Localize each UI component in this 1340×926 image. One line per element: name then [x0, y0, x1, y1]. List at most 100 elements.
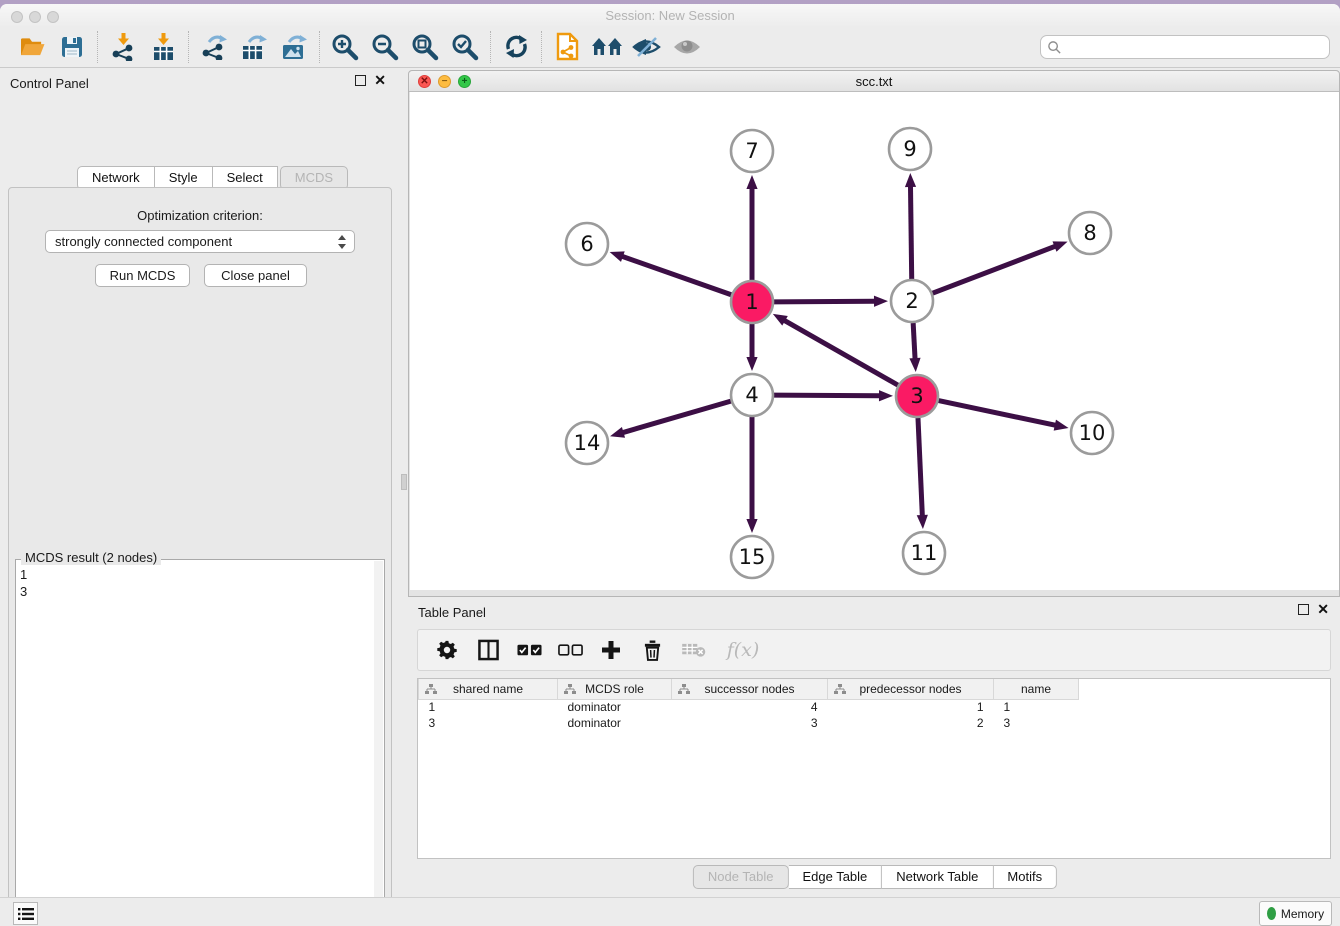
graph-arrowhead-4-3 [879, 390, 893, 401]
graph-edge-2-9[interactable] [910, 186, 911, 279]
graph-arrowhead-1-7 [746, 175, 757, 189]
graph-arrowhead-1-6 [610, 251, 625, 262]
application-window: Session: New Session [0, 4, 1340, 926]
save-session-icon[interactable] [52, 30, 92, 64]
first-neighbors-icon[interactable] [587, 30, 627, 64]
table-cell[interactable]: 3 [419, 715, 558, 731]
table-settings-icon[interactable] [434, 637, 460, 663]
open-session-icon[interactable] [12, 30, 52, 64]
graph-edge-1-2[interactable] [774, 301, 875, 302]
graph-node-label-8: 8 [1083, 221, 1096, 245]
apply-layout-icon[interactable] [496, 30, 536, 64]
network-window-titlebar[interactable]: ✕ − + scc.txt [409, 71, 1339, 92]
result-scrollbar[interactable] [374, 561, 383, 926]
show-details-icon[interactable] [667, 30, 707, 64]
graph-edge-1-6[interactable] [622, 256, 731, 294]
graph-arrowhead-1-2 [874, 296, 888, 307]
search-field[interactable] [1040, 35, 1330, 59]
control-panel-window-buttons: ✕ [355, 75, 386, 86]
run-mcds-button[interactable]: Run MCDS [95, 264, 190, 287]
session-title: Session: New Session [0, 8, 1340, 23]
memory-label: Memory [1281, 907, 1324, 921]
add-column-icon[interactable] [598, 637, 624, 663]
delete-table-icon[interactable] [680, 637, 706, 663]
import-network-icon[interactable] [103, 30, 143, 64]
close-panel-button[interactable]: Close panel [204, 264, 307, 287]
close-panel-icon[interactable]: ✕ [374, 75, 386, 86]
delete-column-icon[interactable] [639, 637, 665, 663]
float-panel-icon[interactable] [355, 75, 366, 86]
column-header-label: name [1021, 682, 1051, 696]
float-table-panel-icon[interactable] [1298, 604, 1309, 615]
task-history-button[interactable] [13, 902, 38, 925]
optimization-criterion-value: strongly connected component [55, 234, 232, 249]
tab-motifs[interactable]: Motifs [993, 865, 1057, 889]
vertical-splitter-grip[interactable] [401, 474, 407, 490]
table-row[interactable]: 3dominator323 [419, 715, 1079, 731]
column-header-name[interactable]: name [994, 679, 1079, 699]
tab-node-table[interactable]: Node Table [693, 865, 789, 889]
column-header-shared-name[interactable]: shared name [419, 679, 558, 699]
hide-details-icon[interactable] [627, 30, 667, 64]
export-table-icon[interactable] [234, 30, 274, 64]
graph-edge-3-1[interactable] [784, 320, 898, 385]
toolbar-separator [490, 31, 491, 63]
table-cell[interactable]: 3 [994, 715, 1079, 731]
graph-edge-4-3[interactable] [774, 395, 880, 396]
table-cell[interactable]: 1 [419, 699, 558, 715]
column-header-label: successor nodes [704, 682, 794, 696]
deselect-all-checkboxes-icon[interactable] [557, 637, 583, 663]
zoom-fit-icon[interactable] [405, 30, 445, 64]
graph-node-label-14: 14 [574, 431, 601, 455]
table-cell[interactable]: 1 [828, 699, 994, 715]
graph-arrowhead-3-11 [917, 515, 928, 529]
zoom-selected-icon[interactable] [445, 30, 485, 64]
graph-edge-4-14[interactable] [623, 401, 731, 433]
zoom-out-icon[interactable] [365, 30, 405, 64]
function-builder-icon[interactable]: f(x) [721, 637, 765, 663]
network-overview-icon[interactable] [547, 30, 587, 64]
control-panel-title: Control Panel [10, 76, 89, 91]
select-stepper-icon [337, 234, 347, 253]
graph-node-label-10: 10 [1079, 421, 1106, 445]
column-header-successor-nodes[interactable]: successor nodes [672, 679, 828, 699]
graph-node-label-15: 15 [739, 545, 766, 569]
table-cell[interactable]: 1 [994, 699, 1079, 715]
mcds-result-textarea[interactable]: 1 3 [15, 559, 385, 926]
search-input[interactable] [1062, 40, 1329, 55]
optimization-criterion-select[interactable]: strongly connected component [45, 230, 355, 253]
tab-network-table[interactable]: Network Table [882, 865, 993, 889]
export-image-icon[interactable] [274, 30, 314, 64]
graph-edge-2-3[interactable] [913, 323, 915, 359]
graph-edge-3-11[interactable] [918, 418, 922, 516]
split-columns-icon[interactable] [475, 637, 501, 663]
close-table-panel-icon[interactable]: ✕ [1317, 604, 1329, 615]
table-cell[interactable]: 2 [828, 715, 994, 731]
column-type-icon [425, 684, 437, 695]
table-cell[interactable]: 3 [672, 715, 828, 731]
import-table-icon[interactable] [143, 30, 183, 64]
graph-edge-3-10[interactable] [939, 401, 1056, 426]
tab-edge-table[interactable]: Edge Table [788, 865, 882, 889]
column-header-MCDS-role[interactable]: MCDS role [558, 679, 672, 699]
select-all-checkboxes-icon[interactable] [516, 637, 542, 663]
node-table[interactable]: shared nameMCDS role successor nodes prede… [417, 678, 1331, 859]
graph-arrowhead-2-9 [905, 173, 916, 187]
column-header-predecessor-nodes[interactable]: predecessor nodes [828, 679, 994, 699]
export-network-icon[interactable] [194, 30, 234, 64]
graph-edge-2-8[interactable] [933, 246, 1056, 293]
table-panel-title: Table Panel [418, 605, 486, 620]
network-canvas[interactable]: 7968124314101511 [410, 92, 1339, 590]
table-toolbar: f(x) [417, 629, 1331, 671]
main-toolbar [0, 26, 1340, 68]
zoom-in-icon[interactable] [325, 30, 365, 64]
column-type-icon [834, 684, 846, 695]
list-icon [18, 907, 34, 921]
toolbar-separator [541, 31, 542, 63]
search-icon [1047, 40, 1062, 55]
table-cell[interactable]: dominator [558, 715, 672, 731]
table-cell[interactable]: dominator [558, 699, 672, 715]
table-cell[interactable]: 4 [672, 699, 828, 715]
memory-button[interactable]: Memory [1259, 901, 1332, 926]
table-row[interactable]: 1dominator411 [419, 699, 1079, 715]
